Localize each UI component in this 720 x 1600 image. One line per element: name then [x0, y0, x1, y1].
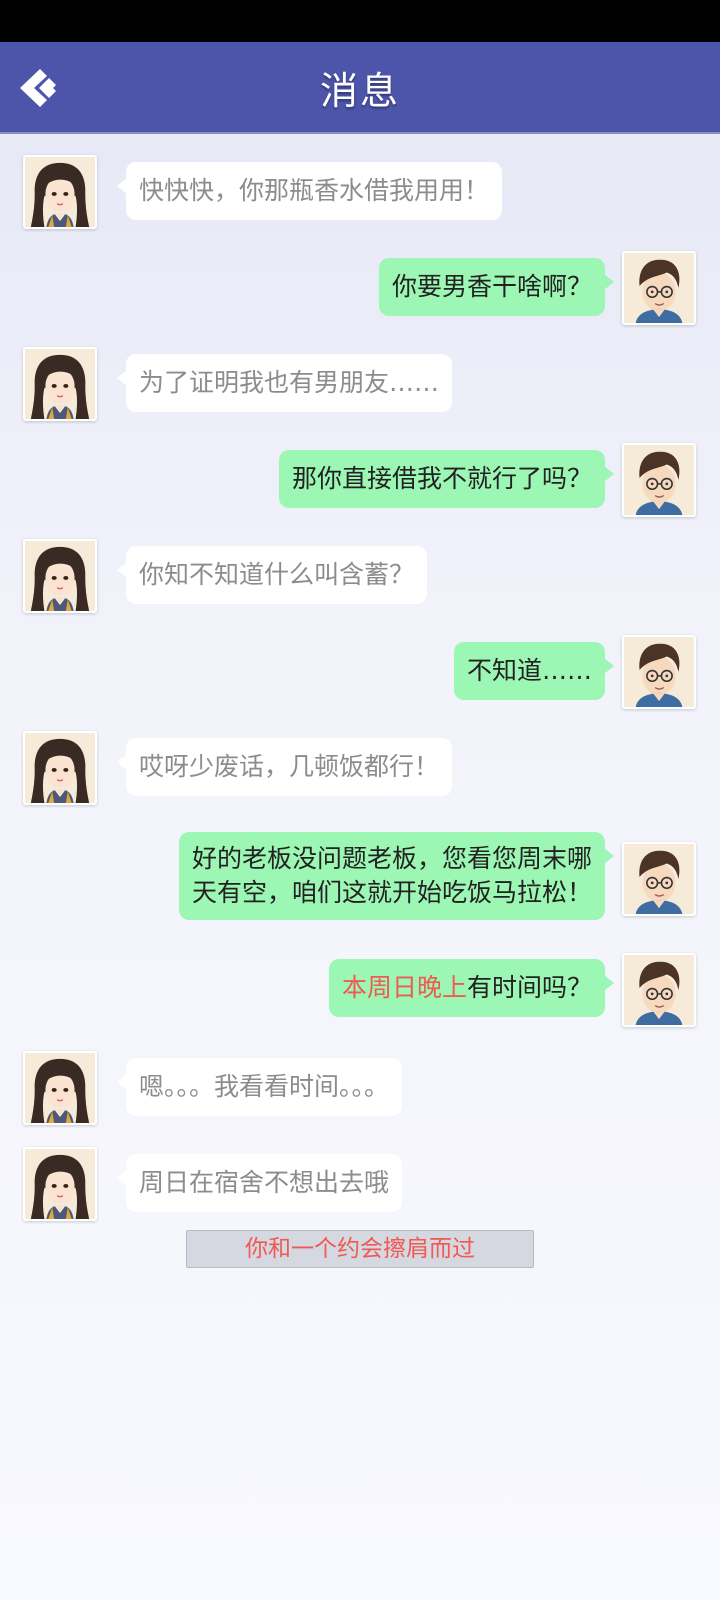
- message-bubble: 你要男香干啥啊？: [378, 258, 615, 316]
- message-bubble: 嗯。。。我看看时间。。。: [116, 1058, 403, 1116]
- boy-avatar[interactable]: [622, 635, 696, 709]
- back-chevron-icon: [20, 69, 56, 107]
- message-line: 好的老板没问题老板，您看您周末哪: [191, 844, 592, 873]
- boy-avatar[interactable]: [622, 443, 696, 517]
- message-bubble: 你知不知道什么叫含蓄？: [116, 546, 428, 604]
- girl-avatar[interactable]: [23, 155, 97, 229]
- message-bubble: 周日在宿舍不想出去哦: [116, 1154, 403, 1212]
- boy-avatar[interactable]: [622, 251, 696, 325]
- header-bar: 消息: [0, 42, 720, 134]
- highlighted-time: 本周日晚上: [341, 973, 467, 1002]
- message-bubble: 那你直接借我不就行了吗？: [278, 450, 615, 508]
- message-bubble: 不知道……: [453, 642, 615, 700]
- girl-avatar[interactable]: [23, 731, 97, 805]
- message-bubble: 好的老板没问题老板，您看您周末哪 天有空，咱们这就开始吃饭马拉松！: [178, 832, 615, 920]
- message-text: 有时间吗？: [466, 973, 592, 1002]
- back-button[interactable]: [14, 64, 62, 112]
- message-bubble: 本周日晚上有时间吗？: [328, 959, 615, 1017]
- girl-avatar[interactable]: [23, 539, 97, 613]
- page-title: 消息: [319, 68, 400, 113]
- message-bubble: 快快快，你那瓶香水借我用用！: [116, 162, 503, 220]
- status-bar: [0, 0, 720, 42]
- boy-avatar[interactable]: [622, 953, 696, 1027]
- girl-avatar[interactable]: [23, 1147, 97, 1221]
- girl-avatar[interactable]: [23, 1051, 97, 1125]
- message-bubble: 为了证明我也有男朋友……: [116, 354, 453, 412]
- message-bubble: 哎呀少废话，几顿饭都行！: [116, 738, 453, 796]
- girl-avatar[interactable]: [23, 347, 97, 421]
- boy-avatar[interactable]: [622, 842, 696, 916]
- missed-date-notice: 你和一个约会擦肩而过: [186, 1230, 534, 1268]
- message-line: 天有空，咱们这就开始吃饭马拉松！: [191, 878, 592, 907]
